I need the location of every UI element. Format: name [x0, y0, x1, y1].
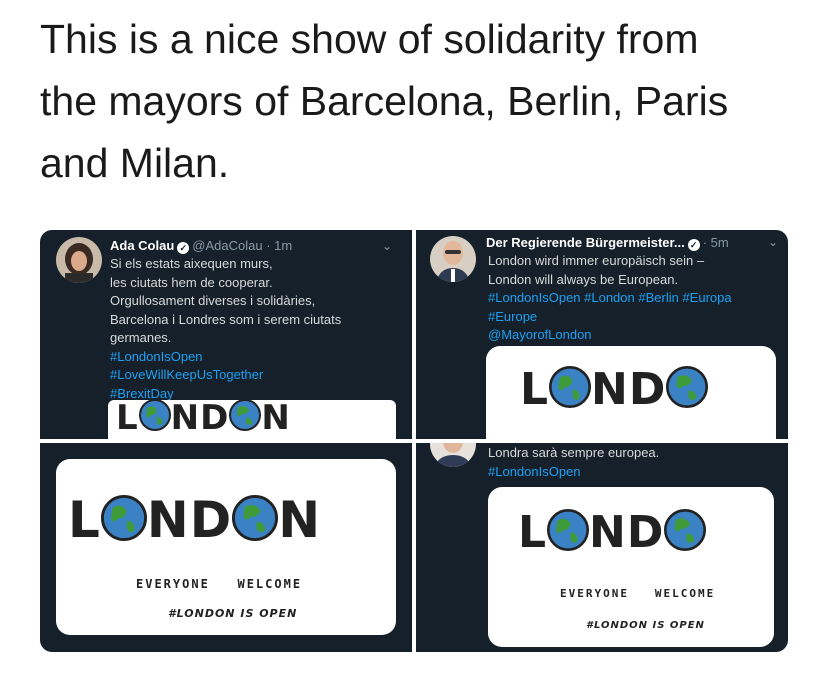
image-grid[interactable]: Ada Colau ✓ @AdaColau · 1m ⌄ Si els estats…	[40, 230, 788, 652]
tweet-line: Londra sarà sempre europea.	[488, 445, 660, 460]
grid-image-milan-tweet[interactable]: Londra sarà sempre europea. #LondonIsOpe…	[416, 443, 788, 652]
hashtag-link[interactable]: #LondonIsOpen	[488, 463, 659, 482]
verified-badge-icon: ✓	[687, 239, 700, 251]
tagline-word: EVERYONE	[136, 577, 210, 591]
grid-image-london-poster[interactable]: L ND N EVERYONE WELCOME #LONDON IS OPEN	[40, 443, 412, 652]
globe-icon	[100, 494, 147, 553]
tagline-word: EVERYONE	[560, 587, 629, 600]
tweet-header: Der Regierende Bürgermeister... ✓ · 5m	[486, 235, 729, 251]
globe-icon	[229, 400, 262, 439]
mention-link[interactable]: @MayorofLondon	[488, 326, 732, 345]
tweet-time: · 5m	[702, 235, 729, 250]
avatar	[430, 443, 476, 467]
tweet-line: Barcelona i Londres som i serem ciutats	[110, 311, 342, 327]
tweet-body: Si els estats aixequen murs, les ciutats…	[110, 255, 341, 403]
tweet-line: germanes.	[110, 330, 172, 345]
tweet-line: London wird immer europäisch sein –	[488, 253, 705, 268]
logo-letters: ND	[146, 491, 233, 549]
globe-icon	[549, 365, 592, 419]
post-text: This is a nice show of solidarity from t…	[40, 8, 800, 194]
logo-letters: ND	[589, 507, 665, 558]
grid-image-colau-tweet[interactable]: Ada Colau ✓ @AdaColau · 1m ⌄ Si els estats…	[40, 230, 412, 439]
avatar	[430, 236, 476, 282]
poster-tagline: EVERYONE WELCOME	[560, 587, 715, 600]
tweet-line: Orgullosament diverses i solidàries,	[110, 293, 316, 308]
logo-letter: L	[116, 400, 139, 438]
tweet-line: les ciutats hem de cooperar.	[110, 274, 273, 290]
avatar	[56, 237, 102, 283]
globe-icon	[232, 494, 279, 553]
poster-hashtag: #LONDON IS OPEN	[168, 607, 298, 620]
chevron-down-icon[interactable]: ⌄	[768, 235, 778, 249]
verified-badge-icon: ✓	[177, 242, 190, 254]
headline-line-3: and Milan.	[40, 140, 230, 186]
london-logo: L ND N	[68, 491, 321, 553]
tweet-line: Si els estats aixequen murs,	[110, 256, 273, 271]
hashtag-link[interactable]: #LondonIsOpen #London #Berlin #Europa	[488, 289, 732, 308]
logo-letter: N	[261, 400, 291, 438]
poster-hashtag: #LONDON IS OPEN	[586, 620, 705, 631]
author-name: Der Regierende Bürgermeister...	[486, 235, 685, 250]
poster-card: L ND N EVERYONE WELCOME #LONDON IS OPEN	[56, 459, 396, 635]
globe-icon	[666, 365, 709, 419]
author-handle: @AdaColau	[192, 238, 263, 253]
globe-icon	[138, 400, 171, 439]
logo-letter: L	[520, 364, 550, 415]
tweet-body: London wird immer europäisch sein – Lond…	[488, 252, 732, 345]
hashtag-link[interactable]: #LoveWillKeepUsTogether	[110, 366, 341, 385]
globe-icon	[547, 508, 590, 562]
hashtag-link[interactable]: #LondonIsOpen	[110, 348, 341, 367]
logo-letters: ND	[591, 364, 667, 415]
tagline-word: WELCOME	[237, 577, 303, 591]
london-logo: L ND N	[116, 400, 291, 439]
tweet-time: · 1m	[266, 238, 293, 253]
poster-card: L ND N	[108, 400, 396, 439]
headline-line-2: the mayors of Barcelona, Berlin, Paris	[40, 78, 729, 124]
poster-card: L ND EVERYONE WELCOME #LONDON IS OPEN	[488, 487, 774, 647]
london-logo: L ND	[518, 507, 707, 562]
poster-tagline: EVERYONE WELCOME	[136, 577, 302, 591]
tweet-body: Londra sarà sempre europea. #LondonIsOpe…	[488, 444, 659, 481]
tweet-header: Ada Colau ✓ @AdaColau · 1m	[110, 238, 292, 254]
logo-letters: ND	[170, 400, 230, 438]
tagline-word: WELCOME	[654, 587, 716, 600]
london-logo: L ND	[520, 364, 709, 419]
logo-letter: L	[68, 491, 101, 549]
globe-icon	[664, 508, 707, 562]
logo-letter: N	[278, 491, 322, 549]
poster-card: L ND	[486, 346, 776, 439]
hashtag-link[interactable]: #Europe	[488, 308, 732, 327]
logo-letter: L	[518, 507, 548, 558]
chevron-down-icon[interactable]: ⌄	[382, 239, 392, 253]
author-name: Ada Colau	[110, 238, 175, 253]
tweet-line: London will always be European.	[488, 271, 679, 287]
grid-image-berlin-tweet[interactable]: Der Regierende Bürgermeister... ✓ · 5m ⌄ L…	[416, 230, 788, 439]
headline-line-1: This is a nice show of solidarity from	[40, 16, 699, 62]
